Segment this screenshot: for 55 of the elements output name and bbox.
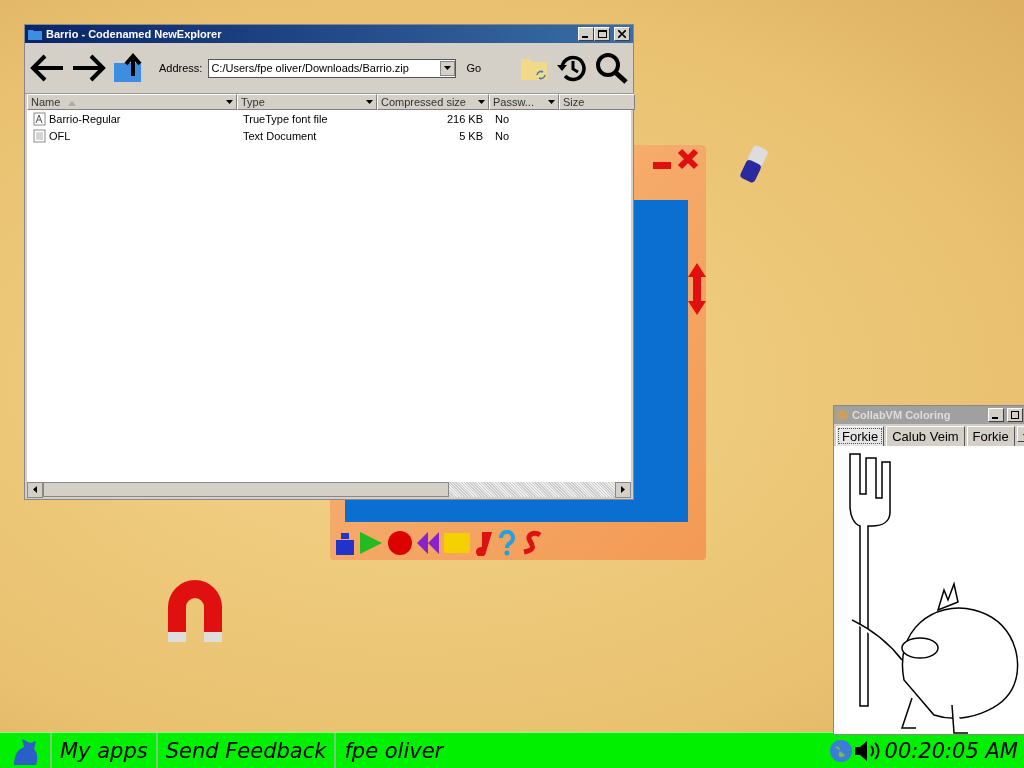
forward-button[interactable] xyxy=(71,52,107,84)
tab[interactable]: Forkie xyxy=(966,426,1015,446)
file-name: Barrio-Regular xyxy=(27,111,237,126)
dropdown-arrow-icon[interactable] xyxy=(548,100,555,104)
column-header[interactable]: Size xyxy=(559,94,635,110)
table-cell-text: 216 KB xyxy=(445,112,484,125)
minimize-button[interactable] xyxy=(988,408,1004,422)
weight-icon[interactable] xyxy=(335,531,355,555)
window-title: CollabVM Coloring xyxy=(852,409,952,421)
maximize-button[interactable] xyxy=(1007,408,1023,422)
column-header[interactable]: Type xyxy=(237,94,377,110)
column-header[interactable]: Name xyxy=(27,94,237,110)
speaker-icon[interactable] xyxy=(852,738,881,763)
palette-icon xyxy=(836,409,849,421)
go-button[interactable]: Go xyxy=(462,62,486,74)
column-header[interactable]: Passw... xyxy=(489,94,559,110)
file-row[interactable]: Barrio-Regular TrueType font file 216 KB No xyxy=(27,110,631,127)
scroll-left-icon[interactable] xyxy=(33,486,37,493)
close-button[interactable] xyxy=(614,27,630,41)
address-field[interactable]: C:/Users/fpe oliver/Downloads/Barrio.zip xyxy=(208,58,457,78)
taskbar-item[interactable]: fpe oliver xyxy=(334,733,452,768)
dropdown-arrow-icon[interactable] xyxy=(478,100,485,104)
clock: 00:20:05 AM xyxy=(883,738,1019,763)
table-cell-text: TrueType font file xyxy=(242,112,329,125)
folder-icon xyxy=(28,28,42,40)
file-name: OFL xyxy=(27,128,237,143)
sort-arrow-icon xyxy=(68,101,77,106)
table-cell-text: No xyxy=(494,129,511,142)
table-cell-text: No xyxy=(494,112,511,125)
table-cell-text: Text Document xyxy=(242,129,318,142)
dropdown-arrow-icon[interactable] xyxy=(226,100,233,104)
music-note-icon[interactable] xyxy=(474,530,494,556)
dropdown-button[interactable] xyxy=(440,60,456,76)
maximize-icon[interactable] xyxy=(1011,411,1019,419)
dropdown-arrow-icon[interactable] xyxy=(366,100,373,104)
minimize-button[interactable] xyxy=(578,27,594,41)
taskbar-item[interactable]: Send Feedback xyxy=(155,733,335,768)
document-icon xyxy=(33,128,46,143)
font-file-icon xyxy=(33,111,46,126)
tab[interactable]: Calub Veim xyxy=(886,426,965,446)
record-icon[interactable] xyxy=(387,531,413,555)
table-cell-text: 5 KB xyxy=(458,129,484,142)
address-label: Address: xyxy=(159,62,203,74)
close-icon[interactable] xyxy=(618,30,626,38)
search-button[interactable] xyxy=(595,52,629,84)
back-button[interactable] xyxy=(29,52,65,84)
scroll-right-icon[interactable] xyxy=(621,486,625,493)
window-title: Barrio - Codenamed NewExplorer xyxy=(46,28,223,40)
column-header[interactable]: Compressed size xyxy=(377,94,489,110)
tab[interactable]: Forkie xyxy=(836,426,885,446)
file-row[interactable]: OFL Text Document 5 KB No xyxy=(27,127,631,144)
caret-icon[interactable] xyxy=(444,66,452,70)
rewind-icon[interactable] xyxy=(416,531,440,555)
taskbar-item[interactable]: My apps xyxy=(50,733,156,768)
horizontal-scrollbar[interactable] xyxy=(27,482,631,497)
